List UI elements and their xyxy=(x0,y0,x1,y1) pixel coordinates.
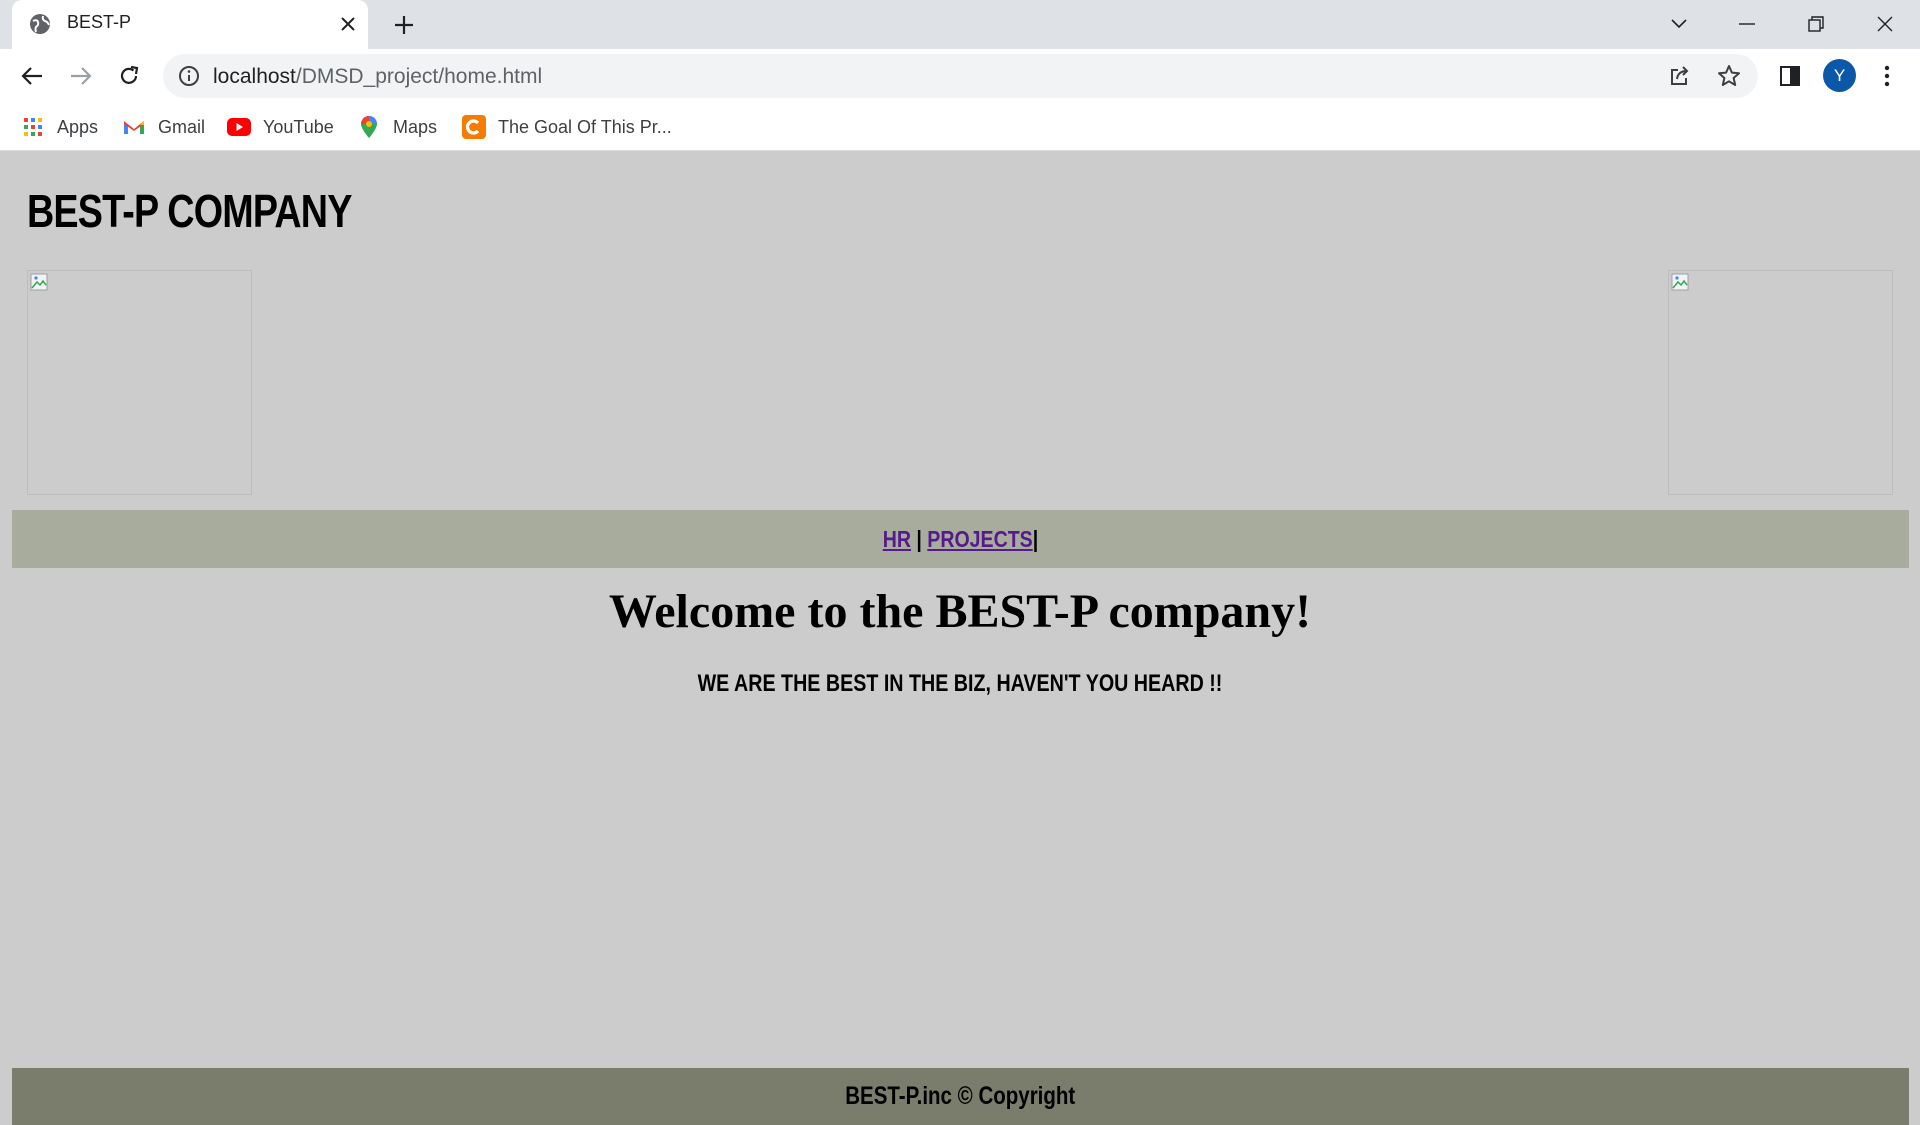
star-icon[interactable] xyxy=(1715,62,1743,90)
bookmark-goal[interactable]: The Goal Of This Pr... xyxy=(462,114,672,140)
browser-tab[interactable]: BEST-P xyxy=(12,0,368,49)
broken-image-icon xyxy=(1671,273,1689,291)
site-nav: HR | PROJECTS| xyxy=(12,510,1909,568)
close-icon[interactable] xyxy=(335,11,361,37)
tab-strip: BEST-P xyxy=(0,0,1920,49)
bookmark-label: Gmail xyxy=(158,116,206,137)
bookmark-label: Apps xyxy=(57,116,99,137)
nav-separator-trailing: | xyxy=(1032,525,1039,552)
youtube-icon xyxy=(227,115,251,139)
broken-image-icon xyxy=(30,273,48,291)
forward-arrow-icon[interactable] xyxy=(63,58,99,94)
url-path: /DMSD_project/home.html xyxy=(295,65,543,88)
bookmark-maps[interactable]: Maps xyxy=(357,114,437,140)
info-icon[interactable] xyxy=(177,64,201,88)
profile-avatar[interactable]: Y xyxy=(1823,59,1856,92)
tagline-text: WE ARE THE BEST IN THE BIZ, HAVEN'T YOU … xyxy=(697,670,1223,697)
nav-link-projects[interactable]: PROJECTS xyxy=(927,526,1032,552)
gmail-icon xyxy=(122,115,146,139)
restore-icon[interactable] xyxy=(1796,4,1836,44)
kebab-menu-icon[interactable] xyxy=(1869,58,1905,94)
bookmark-youtube[interactable]: YouTube xyxy=(227,114,334,140)
bookmark-label: The Goal Of This Pr... xyxy=(498,116,672,137)
nav-links: HR | PROJECTS| xyxy=(883,526,1038,553)
footer-text: BEST-P.inc © Copyright xyxy=(845,1082,1076,1110)
bookmark-label: Maps xyxy=(393,116,438,137)
maps-pin-icon xyxy=(357,115,381,139)
url-text[interactable]: localhost/DMSD_project/home.html xyxy=(213,65,542,89)
bookmark-gmail[interactable]: Gmail xyxy=(122,114,205,140)
welcome-heading: Welcome to the BEST-P company! xyxy=(608,585,1312,638)
globe-icon xyxy=(29,13,51,35)
address-bar[interactable]: localhost/DMSD_project/home.html xyxy=(163,54,1758,98)
bookmark-apps[interactable]: Apps xyxy=(21,114,98,140)
side-panel-icon[interactable] xyxy=(1772,58,1808,94)
browser-toolbar: localhost/DMSD_project/home.html xyxy=(0,49,1920,103)
plus-icon[interactable] xyxy=(389,10,419,40)
close-icon[interactable] xyxy=(1865,4,1905,44)
minimize-icon[interactable] xyxy=(1727,4,1767,44)
bookmark-label: YouTube xyxy=(263,116,334,137)
nav-separator: | xyxy=(911,525,928,552)
nav-link-hr[interactable]: HR xyxy=(883,526,911,552)
apps-grid-icon xyxy=(21,115,45,139)
c-logo-icon xyxy=(462,115,486,139)
back-arrow-icon[interactable] xyxy=(14,58,50,94)
page-viewport: BEST-P COMPANY HR | PROJECTS| Welcome to… xyxy=(0,152,1920,1125)
tagline: WE ARE THE BEST IN THE BIZ, HAVEN'T YOU … xyxy=(0,670,1920,698)
company-title: BEST-P COMPANY xyxy=(27,185,352,237)
broken-image-right xyxy=(1668,270,1893,495)
broken-image-left xyxy=(27,270,252,495)
tab-title: BEST-P xyxy=(67,12,132,32)
url-host: localhost xyxy=(213,65,296,88)
site-footer: BEST-P.inc © Copyright xyxy=(12,1068,1909,1125)
reload-icon[interactable] xyxy=(111,58,147,94)
share-icon[interactable] xyxy=(1666,62,1694,90)
bookmarks-bar: Apps Gmail YouTube Maps The Goal Of This… xyxy=(0,103,1920,151)
chevron-down-icon[interactable] xyxy=(1659,4,1699,44)
